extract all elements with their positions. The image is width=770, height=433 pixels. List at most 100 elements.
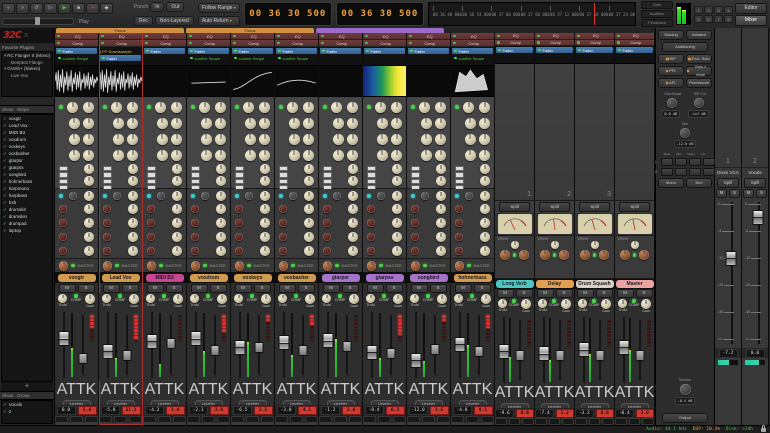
eq-freq-knob[interactable] [127,150,138,161]
gain-value[interactable]: -6.5 [233,406,252,415]
solo-button[interactable]: S [756,189,767,198]
strips-list-item[interactable]: ✓hohnerbass [2,178,52,185]
solo-button[interactable]: S [122,284,139,293]
eq-header[interactable]: EQ [99,33,142,40]
pan-knob[interactable] [191,261,200,271]
play-selection-button[interactable]: ▷ [44,3,57,14]
mini-button[interactable] [602,418,614,425]
channel-name[interactable]: voxdrum [190,274,228,282]
strips-list-item[interactable]: ✓drumpad [2,220,52,227]
eq-freq-knob[interactable] [347,150,358,161]
visible-checkmark[interactable]: ✓ [3,130,7,136]
pan-knob[interactable] [59,261,68,271]
visible-checkmark[interactable]: ✓ [3,144,7,150]
channel-name[interactable]: voxbasher [278,274,316,282]
trim-knob[interactable] [234,294,243,303]
fader-processor-row[interactable]: Fader [576,47,613,53]
send-knob-a[interactable] [59,219,67,227]
comp-ratio-knob[interactable] [113,192,121,200]
fader-cap[interactable] [191,331,202,346]
gain-value[interactable]: -7.4 [535,409,554,418]
mini-button[interactable] [217,416,230,423]
gain-value[interactable]: -4.2 [145,406,164,415]
processor-box[interactable]: Fadera-Inline Scope [451,47,494,66]
eq-freq-knob[interactable] [347,102,358,113]
pan-knob[interactable] [411,261,420,271]
mini-button[interactable] [290,416,303,423]
send-knob-a[interactable] [235,219,243,227]
dim-knob[interactable] [680,128,690,138]
punch-out-button[interactable]: Out [166,2,184,12]
eq-header[interactable]: EQ [363,33,406,40]
mini-button[interactable] [451,416,464,423]
peak-value[interactable]: 9.1 [474,406,493,415]
solo-button[interactable]: S [729,189,740,198]
send-knob-b[interactable] [260,204,270,214]
channel-fader[interactable] [368,311,377,379]
mini-button[interactable] [275,416,288,423]
bus-input-knob[interactable] [631,241,639,249]
hpf-knob[interactable] [128,164,138,174]
hpf-knob[interactable] [84,164,94,174]
comp-ratio-knob[interactable] [157,192,165,200]
filter-buttons[interactable] [279,166,288,190]
channel-fader[interactable] [412,311,421,379]
solo-button[interactable]: S [298,284,315,293]
send-knob-a[interactable] [59,247,67,255]
eq-freq-knob[interactable] [479,102,490,113]
eq-gain-knob[interactable] [69,118,80,129]
spill-button[interactable]: Spill [717,178,739,188]
mini-button[interactable] [85,416,98,423]
mini-button[interactable] [319,416,332,423]
eq-header[interactable]: EQ [451,33,494,40]
bus-pan-knob[interactable] [519,250,529,260]
eq-gain-knob[interactable] [157,134,168,145]
processor-box[interactable]: LPF DownsampleFader [99,47,142,66]
gain-value[interactable]: -4.8 [453,406,472,415]
comp-header[interactable]: Comp [363,40,406,47]
spill-button[interactable]: Spill [579,202,610,212]
hpf-knob[interactable] [392,164,402,174]
comp-thresh-knob[interactable] [436,191,446,201]
compressor-fader[interactable] [517,316,523,384]
eq-gain-knob[interactable] [375,102,386,113]
mode-button-solo-mute[interactable]: Solo » Mute [686,66,712,76]
trim-knob[interactable] [454,294,463,303]
send-knob-a[interactable] [103,233,111,241]
fader-cap[interactable] [455,337,466,352]
send-knob-a[interactable] [103,205,111,213]
auditioning-indicator[interactable]: Auditioning [662,42,707,52]
eq-gain-knob[interactable] [113,134,124,145]
fader-processor-row[interactable]: Fader [496,47,533,53]
eq-freq-knob[interactable] [127,118,138,129]
processor-box[interactable]: Fadera-Inline Scope [55,47,98,66]
matrix-inv-l-button[interactable] [703,158,715,166]
hpf-knob[interactable] [304,164,314,174]
eq-gain-knob[interactable] [465,118,476,129]
lpf-knob[interactable] [304,176,314,186]
lock-icon[interactable] [761,428,766,432]
eq-gain-knob[interactable] [199,102,210,113]
processor-box[interactable]: Fader [615,46,654,64]
send-knob-a[interactable] [103,219,111,227]
bus-input-knob[interactable] [591,241,599,249]
send-knob-a[interactable] [279,219,287,227]
eq-gain-knob[interactable] [465,134,476,145]
compressor-fader[interactable] [255,311,262,379]
mute-button[interactable]: M [537,289,554,298]
processor-box[interactable]: Fadera-Inline Scope [275,47,318,66]
eq-gain-knob[interactable] [201,118,212,129]
mini-button[interactable] [202,416,215,423]
strips-list-item[interactable]: ✓laptop [2,227,52,234]
compressor-fader-cap[interactable] [636,350,645,361]
mini-button[interactable] [509,418,521,425]
send-knob-a[interactable] [191,247,199,255]
send-knob-a[interactable] [279,205,287,213]
channel-fader[interactable] [104,311,113,379]
send-knob-a[interactable] [455,247,463,255]
mute-button[interactable]: M [411,284,428,293]
scene-button-8[interactable]: 8 [724,15,733,23]
eq-gain-knob[interactable] [333,134,344,145]
favorite-plugins-list[interactable]: ▾RC Flanger S (Mono)Deepest Flange▾GVerb… [1,51,53,97]
eq-header[interactable]: EQ [143,33,186,40]
